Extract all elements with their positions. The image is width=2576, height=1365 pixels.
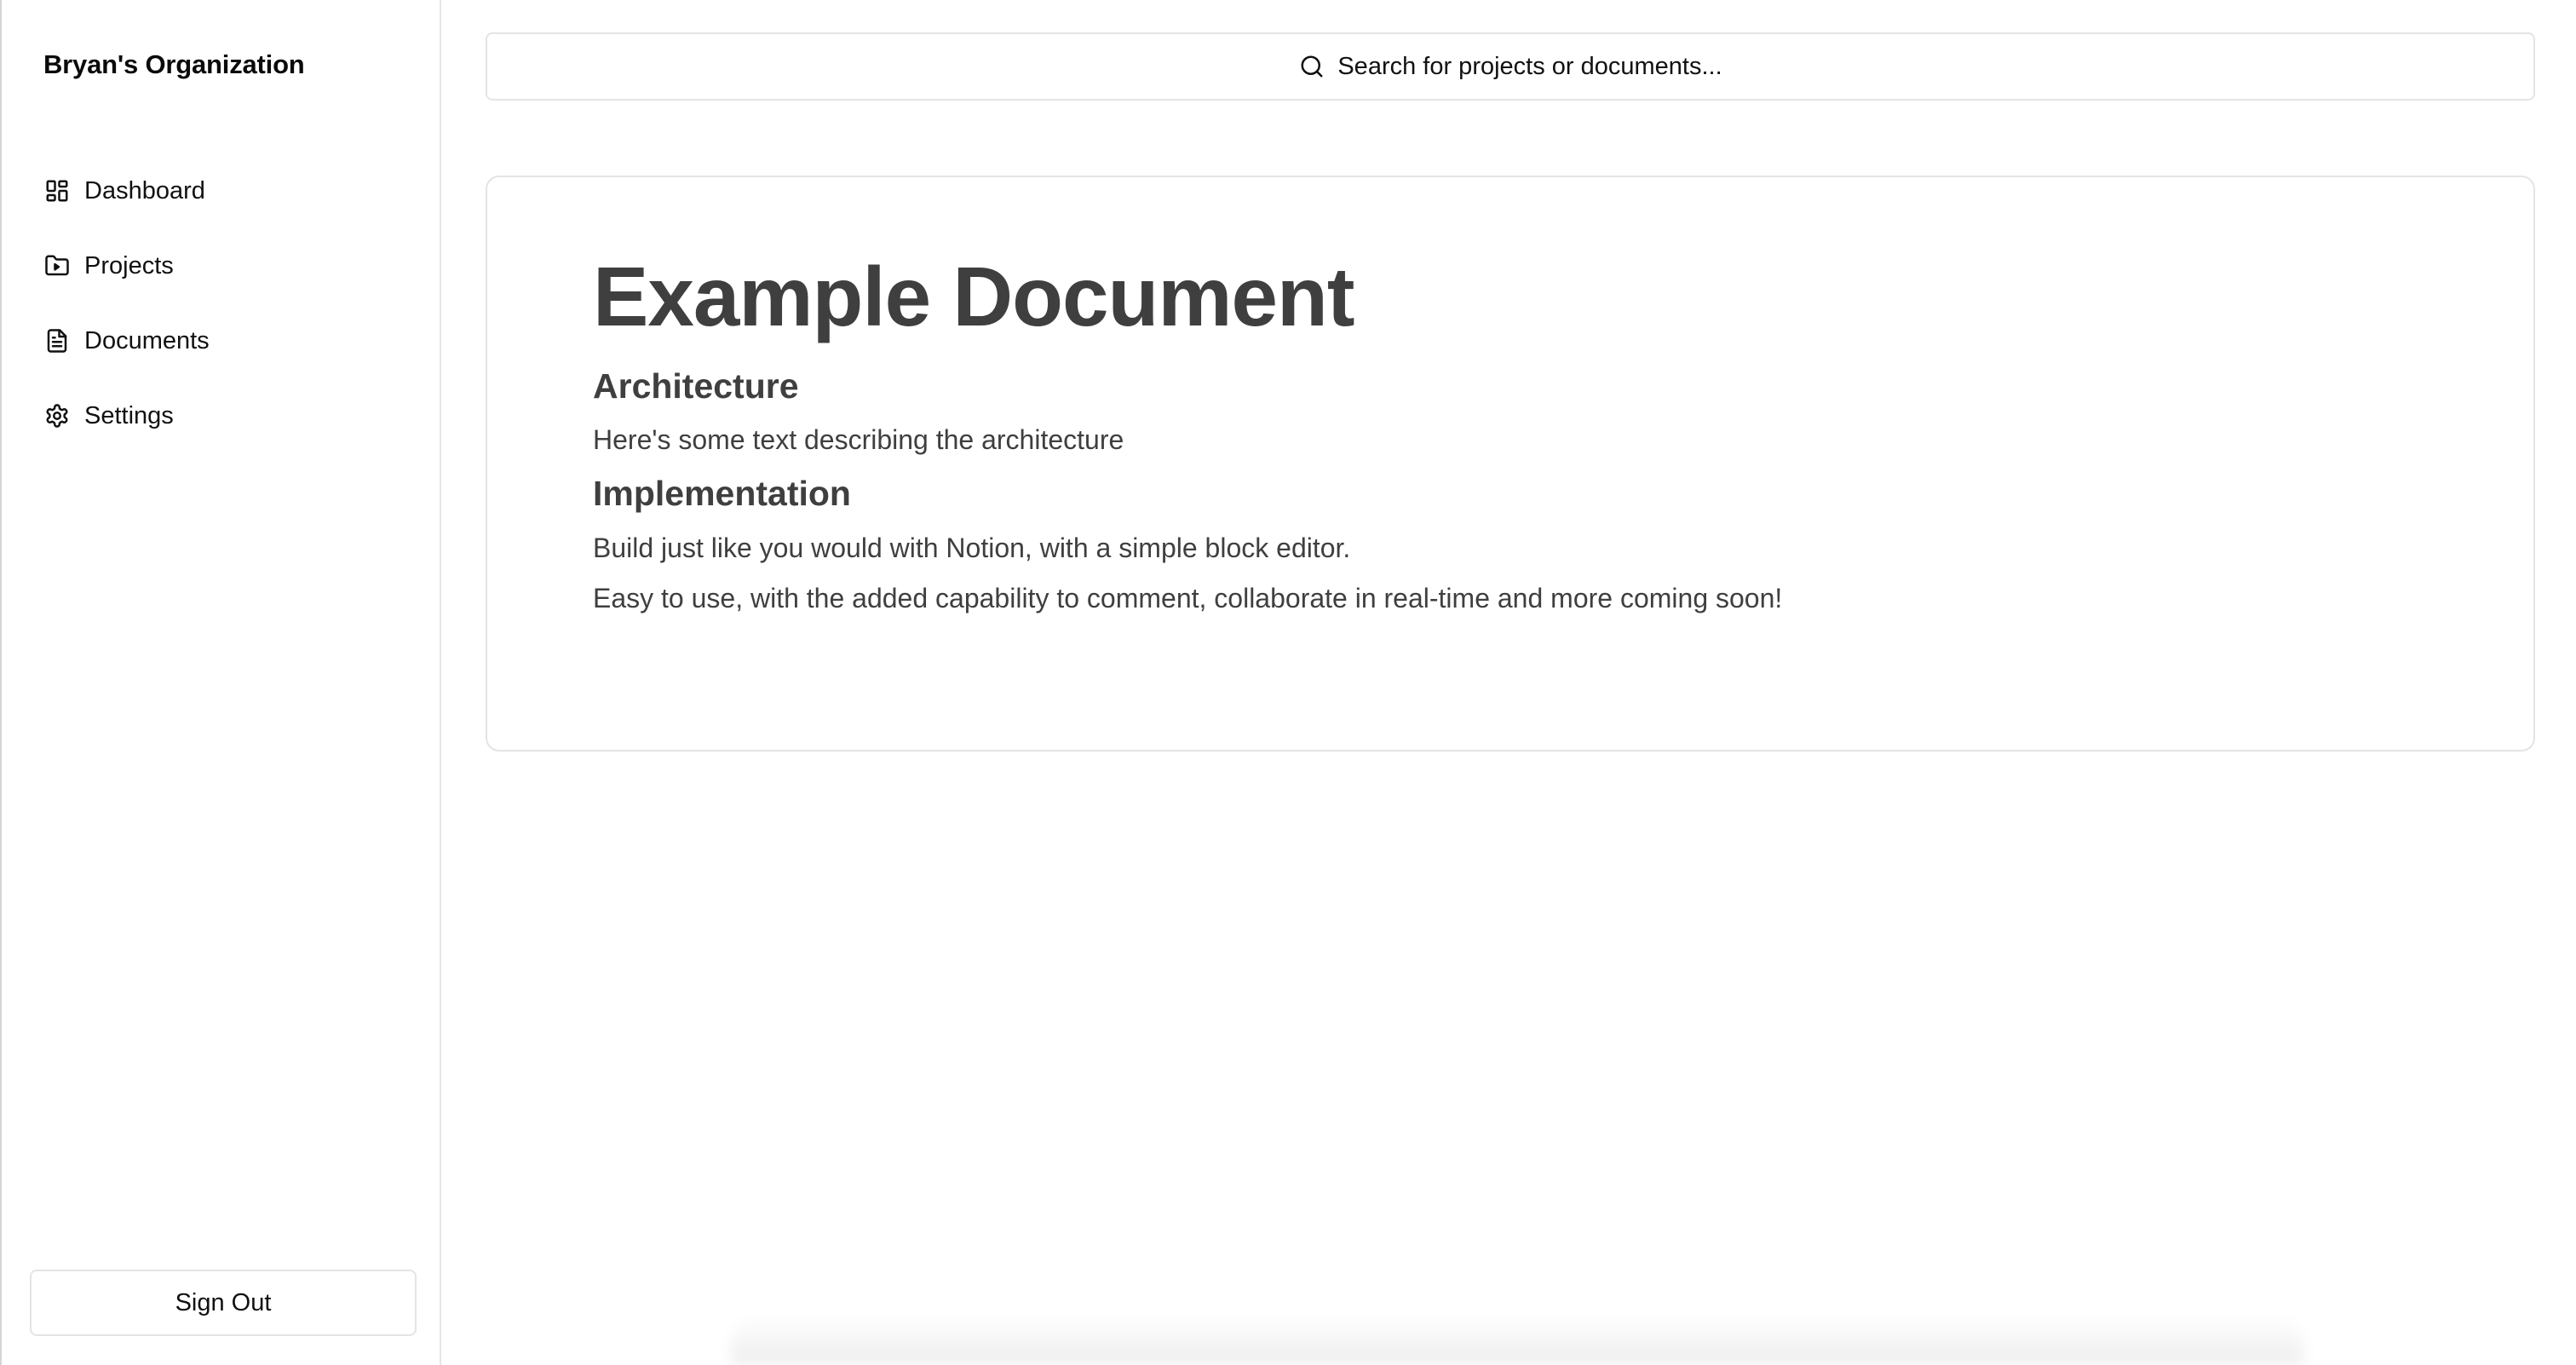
sidebar-item-label: Dashboard [84,176,205,204]
sidebar-item-dashboard[interactable]: Dashboard [43,170,210,211]
bottom-shadow [731,1314,2303,1365]
document-title[interactable]: Example Document [593,249,2448,345]
sign-out-button[interactable]: Sign Out [30,1270,417,1336]
gear-icon [43,402,71,429]
sidebar-item-label: Settings [84,401,174,429]
sidebar: Bryan's Organization Dashboard Projects … [0,0,441,1365]
search-input[interactable]: Search for projects or documents... [486,32,2535,101]
search-icon [1298,53,1325,80]
organization-name: Bryan's Organization [43,49,305,79]
sidebar-nav: Dashboard Projects Documents Settings [43,170,210,470]
document-card[interactable]: Example Document Architecture Here's som… [486,176,2535,752]
sidebar-item-label: Documents [84,326,210,354]
paragraph-implementation-2[interactable]: Easy to use, with the added capability t… [593,581,2448,617]
paragraph-implementation-1[interactable]: Build just like you would with Notion, w… [593,531,2448,567]
main-content: Search for projects or documents... Exam… [441,0,2576,1365]
sidebar-item-label: Projects [84,251,174,279]
document-icon [43,327,71,354]
document-editor[interactable]: Example Document Architecture Here's som… [593,249,2448,632]
app-window: Bryan's Organization Dashboard Projects … [0,0,2576,1365]
dashboard-icon [43,177,71,204]
paragraph-architecture[interactable]: Here's some text describing the architec… [593,423,2448,458]
sidebar-item-projects[interactable]: Projects [43,245,210,286]
section-heading-implementation[interactable]: Implementation [593,473,2448,515]
sidebar-item-documents[interactable]: Documents [43,320,210,361]
folder-icon [43,252,71,279]
search-placeholder: Search for projects or documents... [1337,52,1722,80]
sidebar-item-settings[interactable]: Settings [43,395,210,436]
section-heading-architecture[interactable]: Architecture [593,366,2448,407]
